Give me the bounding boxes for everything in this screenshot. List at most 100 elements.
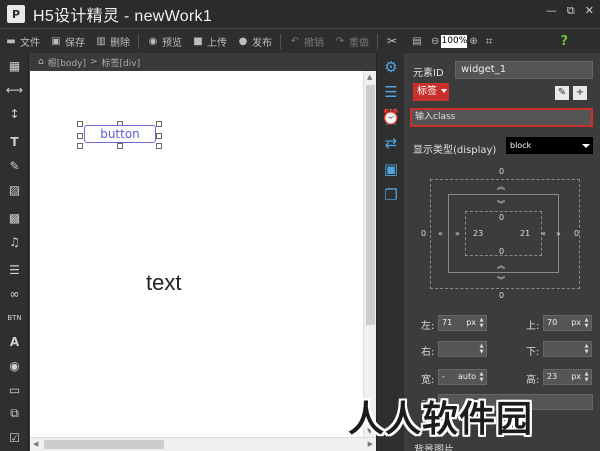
resize-handle[interactable] [156, 133, 162, 139]
share-icon[interactable]: ⇄ [381, 133, 401, 153]
padding-left-value[interactable]: 23 [473, 229, 483, 238]
edit-tool-icon[interactable]: ✎ [6, 157, 23, 174]
checkbox-tool-icon[interactable]: ☑ [6, 429, 23, 446]
eye-icon: ◉ [148, 35, 158, 47]
design-canvas[interactable] [30, 71, 363, 437]
padding-right-chevron-icon[interactable]: « [541, 229, 546, 238]
page-settings-icon[interactable]: ❐ [381, 185, 401, 205]
right-input[interactable]: ▲ ▼ [438, 341, 487, 357]
tag-dropdown-caret-icon [441, 89, 447, 93]
zoom-input[interactable]: 100% [441, 34, 468, 48]
spinner-icon[interactable]: ▲ ▼ [583, 371, 590, 383]
close-icon[interactable]: ✕ [585, 4, 594, 18]
padding-top-chevron-icon[interactable]: ︾ [497, 199, 505, 210]
display-type-select[interactable]: block [506, 137, 593, 154]
bottom-input[interactable]: ▲ ▼ [543, 341, 592, 357]
image-tool-icon[interactable]: ▨ [6, 181, 23, 198]
padding-left-chevron-icon[interactable]: » [455, 229, 460, 238]
spinner-icon[interactable]: ▲ ▼ [478, 371, 485, 383]
spinner-icon[interactable]: ▲ ▼ [583, 317, 590, 329]
settings-gear-icon[interactable]: ⚙ [381, 57, 401, 77]
canvas-button-widget[interactable]: button [84, 125, 156, 143]
window-icon[interactable]: ▣ [381, 159, 401, 179]
alarm-clock-icon[interactable]: ⏰ [381, 107, 401, 127]
resize-handle[interactable] [117, 143, 123, 149]
margin-left-chevron-icon[interactable]: « [438, 229, 443, 238]
layout-button[interactable]: ▤ [406, 29, 431, 54]
save-button[interactable]: ▣ 保存 [45, 29, 90, 54]
form-tool-icon[interactable]: ☰ [6, 261, 23, 278]
scroll-up-icon[interactable]: ▲ [367, 73, 372, 81]
element-id-input[interactable]: widget_1 [455, 61, 593, 79]
padding-top-value[interactable]: 0 [499, 213, 504, 222]
edit-tag-button[interactable]: ✎ [555, 86, 569, 100]
margin-bottom-value[interactable]: 0 [499, 291, 504, 300]
canvas-text-widget[interactable]: text [146, 270, 181, 296]
upload-button[interactable]: ■ 上传 [187, 29, 232, 54]
spinner-icon[interactable]: ▲ ▼ [478, 343, 485, 355]
preview-button[interactable]: ◉ 预览 [142, 29, 187, 54]
margin-left-value[interactable]: 0 [421, 229, 426, 238]
undo-button[interactable]: ↶ 撤销 [284, 29, 329, 54]
breadcrumb: ⌂ 根[body] > 标签[div] [30, 53, 376, 71]
margin-right-value[interactable]: 0 [574, 229, 579, 238]
text-tool-icon[interactable]: T [6, 133, 23, 150]
padding-right-value[interactable]: 21 [520, 229, 530, 238]
audio-tool-icon[interactable]: ♫ [6, 233, 23, 250]
zoom-out-icon[interactable]: ⊖ [431, 36, 439, 47]
class-input[interactable]: 输入class [410, 108, 593, 127]
input-tool-icon[interactable]: ▭ [6, 381, 23, 398]
resize-handle[interactable] [77, 133, 83, 139]
padding-bottom-chevron-icon[interactable]: ︽ [497, 260, 505, 271]
home-icon: ⌂ [38, 57, 44, 67]
vertical-scroll-thumb[interactable] [366, 85, 375, 325]
margin-bottom-chevron-icon[interactable]: ︾ [497, 275, 505, 286]
resize-handle[interactable] [77, 121, 83, 127]
horizontal-line-tool-icon[interactable]: ⟷ [6, 81, 23, 98]
bottom-label: 下: [526, 347, 540, 358]
watermark-logo: 人人软件园 [348, 399, 534, 440]
resize-handle[interactable] [156, 121, 162, 127]
add-tag-button[interactable]: + [573, 86, 587, 100]
breadcrumb-root[interactable]: 根[body] [48, 56, 86, 69]
margin-right-chevron-icon[interactable]: » [556, 229, 561, 238]
spinner-icon[interactable]: ▲ ▼ [583, 343, 590, 355]
spinner-icon[interactable]: ▲ ▼ [478, 317, 485, 329]
redo-button[interactable]: ↷ 重做 [329, 29, 374, 54]
radio-tool-icon[interactable]: ◉ [6, 357, 23, 374]
video-tool-icon[interactable]: ▩ [6, 209, 23, 226]
resize-handle[interactable] [77, 143, 83, 149]
zoom-in-icon[interactable]: ⊕ [469, 36, 477, 47]
resize-handle[interactable] [156, 143, 162, 149]
top-input[interactable]: 70 px ▲ ▼ [543, 315, 592, 331]
cut-button[interactable]: ✂ [381, 29, 406, 54]
padding-bottom-value[interactable]: 0 [499, 247, 504, 256]
height-input[interactable]: 23 px ▲ ▼ [543, 369, 592, 385]
upload-icon: ■ [193, 35, 203, 47]
select-tool-icon[interactable]: ▦ [6, 57, 23, 74]
folder-icon: ▬ [6, 35, 16, 47]
layer-tool-icon[interactable]: ⧉ [6, 405, 23, 422]
crop-icon[interactable]: ⌗ [486, 34, 493, 49]
publish-button[interactable]: ● 发布 [232, 29, 277, 54]
file-button[interactable]: ▬ 文件 [0, 29, 45, 54]
left-input[interactable]: 71 px ▲ ▼ [438, 315, 487, 331]
link-tool-icon[interactable]: ∞ [6, 285, 23, 302]
breadcrumb-current[interactable]: 标签[div] [102, 56, 141, 69]
canvas-vertical-scrollbar[interactable]: ▲ ▼ [363, 71, 376, 437]
delete-button[interactable]: ▥ 删除 [90, 29, 135, 54]
vertical-line-tool-icon[interactable]: ↕ [6, 105, 23, 122]
restore-icon[interactable]: ⧉ [567, 4, 575, 18]
breadcrumb-separator: > [90, 57, 98, 67]
width-input[interactable]: - auto ▲ ▼ [438, 369, 487, 385]
margin-top-chevron-icon[interactable]: ︽ [497, 181, 505, 192]
list-icon[interactable]: ☰ [381, 82, 401, 102]
canvas-horizontal-scrollbar[interactable]: ◀ ▶ [30, 437, 376, 451]
minimize-icon[interactable]: — [546, 4, 557, 18]
font-tool-icon[interactable]: A [6, 333, 23, 350]
margin-top-value[interactable]: 0 [499, 167, 504, 176]
help-icon[interactable]: ? [560, 34, 568, 49]
horizontal-scroll-thumb[interactable] [44, 440, 164, 449]
scroll-left-icon[interactable]: ◀ [33, 440, 38, 448]
button-tool-icon[interactable]: BTN [6, 309, 23, 326]
